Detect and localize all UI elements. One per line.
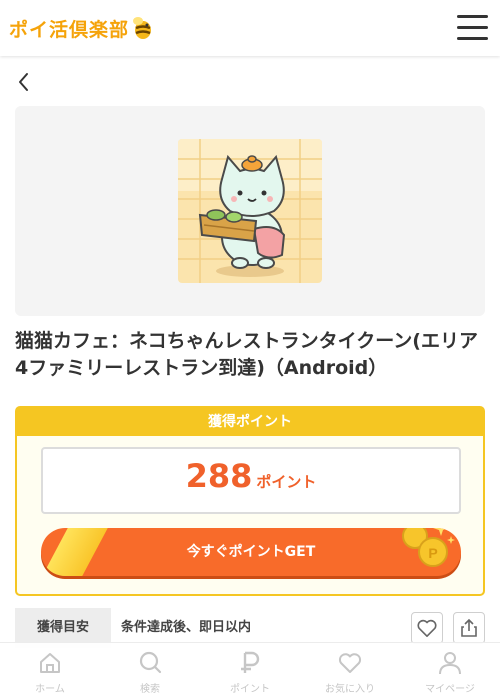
chevron-left-icon (19, 73, 28, 91)
nav-point[interactable]: ポイント (200, 643, 300, 700)
nav-mypage-label: マイページ (425, 684, 475, 695)
nav-favorites-label: お気に入り (325, 684, 375, 695)
get-points-button[interactable]: 今すぐポイントGET P (41, 528, 461, 576)
nav-home-label: ホーム (35, 684, 65, 695)
points-panel: 獲得ポイント 288 ポイント 今すぐポイントGET P (15, 406, 485, 596)
points-value: 288 (185, 457, 253, 495)
menu-bar (457, 15, 488, 18)
favorite-button[interactable] (411, 612, 443, 644)
nav-point-label: ポイント (230, 684, 270, 695)
offer-image-panel (15, 106, 485, 316)
offer-title: 猫猫カフェ：ネコちゃんレストランタイクーン(エリア4ファミリーレストラン到達)（… (15, 330, 478, 379)
user-icon (439, 652, 461, 675)
points-unit: ポイント (256, 473, 317, 491)
nav-search-label: 検索 (140, 684, 160, 695)
points-header: 獲得ポイント (17, 408, 483, 436)
search-icon (139, 651, 162, 674)
nav-favorites[interactable]: お気に入り (300, 643, 400, 700)
hamburger-menu-icon[interactable] (457, 15, 488, 41)
offer-app-image (178, 139, 322, 283)
points-value-box: 288 ポイント (41, 447, 461, 514)
home-icon (40, 653, 60, 673)
nav-mypage[interactable]: マイページ (400, 643, 500, 700)
back-button[interactable] (14, 70, 38, 94)
bottom-nav: ホーム 検索 ポイント お気に入り マイページ (0, 642, 500, 700)
bee-icon (133, 17, 152, 39)
share-button[interactable] (453, 612, 485, 644)
heart-icon (417, 619, 437, 637)
point-icon (241, 651, 260, 673)
svg-text:P: P (428, 545, 437, 561)
site-logo[interactable]: ポイ活倶楽部 (9, 14, 154, 42)
share-icon (461, 618, 477, 637)
heart-icon (338, 653, 362, 673)
logo-text: ポイ活倶楽部 (9, 18, 130, 41)
nav-search[interactable]: 検索 (100, 643, 200, 700)
menu-bar (457, 26, 488, 29)
nav-home[interactable]: ホーム (0, 643, 100, 700)
site-header: ポイ活倶楽部 (0, 0, 500, 56)
menu-bar (457, 37, 488, 40)
coins-icon: P (402, 528, 455, 567)
